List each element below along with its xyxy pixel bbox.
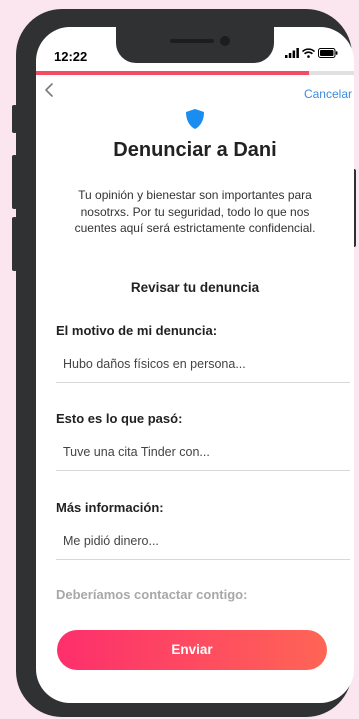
chevron-left-icon xyxy=(45,83,53,97)
battery-icon xyxy=(318,48,338,58)
divider xyxy=(56,470,350,471)
section-label: Esto es lo que pasó: xyxy=(56,411,183,426)
contact-label: Deberíamos contactar contigo: xyxy=(56,587,248,602)
section-reason[interactable]: El motivo de mi denuncia: Hubo daños fís… xyxy=(56,323,350,383)
notch xyxy=(116,27,274,63)
progress-bar xyxy=(36,71,354,75)
screen: 12:22 Cancelar Denunciar a Dani Tu opini… xyxy=(36,27,354,703)
volume-up-button xyxy=(12,155,17,209)
page-title: Denunciar a Dani xyxy=(113,139,277,161)
mute-switch xyxy=(12,105,17,133)
section-label: El motivo de mi denuncia: xyxy=(56,323,218,338)
section-value: Hubo daños físicos en persona... xyxy=(63,357,246,371)
section-what-happened[interactable]: Esto es lo que pasó: Tuve una cita Tinde… xyxy=(56,411,350,471)
divider xyxy=(56,559,350,560)
signal-icon xyxy=(285,48,299,58)
shield-icon xyxy=(186,109,204,129)
description: Tu opinión y bienestar son importantes p… xyxy=(74,188,316,235)
back-button[interactable] xyxy=(44,82,54,102)
status-icons xyxy=(285,48,338,58)
progress-fill xyxy=(36,71,310,75)
cancel-button[interactable]: Cancelar xyxy=(304,87,352,101)
section-value: Tuve una cita Tinder con... xyxy=(63,445,210,459)
section-value: Me pidió dinero... xyxy=(63,534,159,548)
divider xyxy=(56,382,350,383)
section-label: Más información: xyxy=(56,500,164,515)
camera xyxy=(220,36,230,46)
review-subtitle: Revisar tu denuncia xyxy=(130,280,260,295)
section-more-info[interactable]: Más información: Me pidió dinero... xyxy=(56,500,350,560)
speaker xyxy=(170,39,214,43)
send-button[interactable]: Enviar xyxy=(57,630,327,670)
wifi-icon xyxy=(302,48,315,58)
volume-down-button xyxy=(12,217,17,271)
status-time: 12:22 xyxy=(54,49,88,64)
phone-frame: 12:22 Cancelar Denunciar a Dani Tu opini… xyxy=(12,9,356,717)
